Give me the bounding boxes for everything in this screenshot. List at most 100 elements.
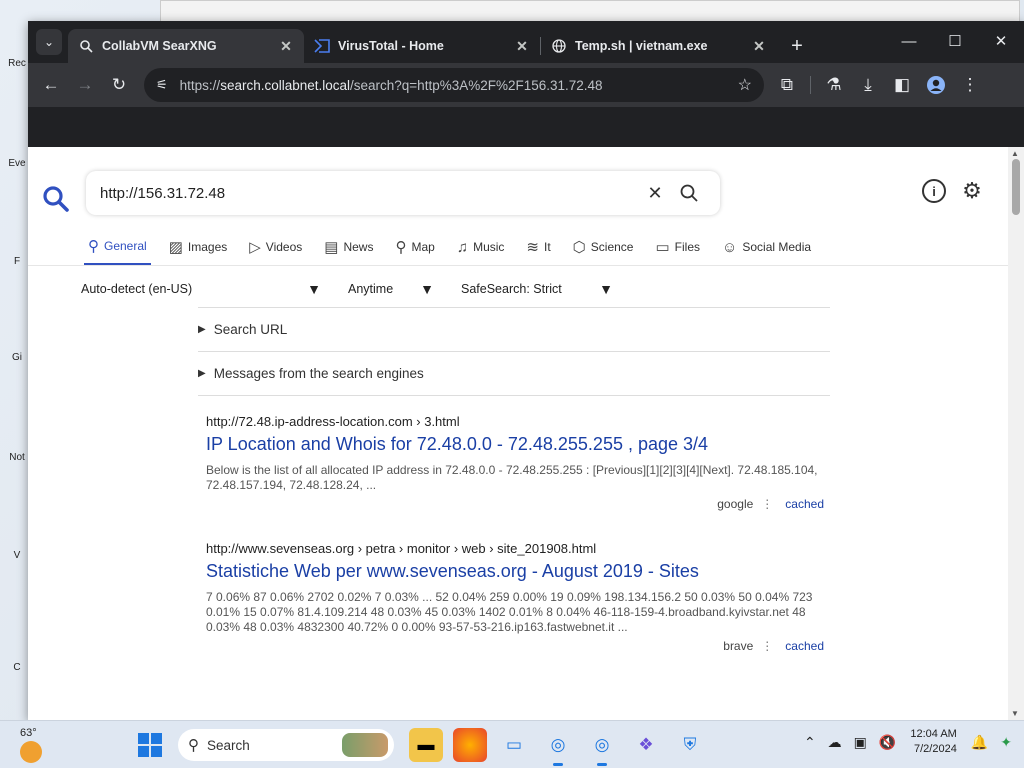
- close-tab-icon[interactable]: ✕: [751, 38, 767, 55]
- desktop-icon-label[interactable]: V: [4, 550, 30, 561]
- clock[interactable]: 12:04 AM 7/2/2024: [910, 727, 956, 757]
- dots-icon: ⋮: [761, 639, 774, 653]
- site-info-icon[interactable]: ⚟: [156, 77, 168, 93]
- chevron-up-icon[interactable]: ⌃: [804, 734, 816, 751]
- result-item: http://www.sevenseas.org › petra › monit…: [198, 541, 830, 653]
- result-title-link[interactable]: Statistiche Web per www.sevenseas.org - …: [206, 561, 830, 582]
- url-scheme: https://: [179, 77, 221, 93]
- cached-link[interactable]: cached: [785, 497, 824, 511]
- search-box: ✕: [86, 171, 720, 215]
- chrome-profile-icon[interactable]: ◎: [585, 728, 619, 766]
- desktop-icon-label[interactable]: F: [4, 256, 30, 267]
- result-snippet: Below is the list of all allocated IP ad…: [206, 463, 818, 492]
- tab-science[interactable]: ⬡ Science: [569, 231, 638, 265]
- search-submit-icon[interactable]: [672, 176, 706, 210]
- network-icon[interactable]: ▣: [854, 734, 867, 751]
- tab-searxng[interactable]: CollabVM SearXNG ✕: [68, 29, 304, 63]
- desktop-icon-label[interactable]: Not: [4, 452, 30, 463]
- new-tab-button[interactable]: +: [783, 29, 811, 63]
- minimize-icon[interactable]: —: [886, 21, 932, 61]
- close-window-icon[interactable]: ✕: [978, 21, 1024, 61]
- tab-general[interactable]: ⚲ General: [84, 231, 151, 265]
- tab-map[interactable]: ⚲ Map: [391, 231, 438, 265]
- tab-videos[interactable]: ▷ Videos: [245, 231, 306, 265]
- search-input[interactable]: [100, 184, 638, 202]
- globe-icon: [551, 38, 567, 54]
- copilot-icon[interactable]: ✦: [1000, 734, 1012, 751]
- notification-bell-icon[interactable]: 🔔: [971, 734, 988, 751]
- tab-virustotal[interactable]: VirusTotal - Home ✕: [304, 29, 540, 63]
- page-content: ✕ i ⚙ ⚲ General ▨ Images ▷ Videos ▤ News ⚲ Ma…: [28, 147, 1024, 720]
- tab-music[interactable]: ♫ Music: [453, 231, 509, 265]
- tab-tempsh[interactable]: Temp.sh | vietnam.exe ✕: [541, 29, 777, 63]
- defender-shield-icon[interactable]: ⛨: [673, 728, 707, 762]
- info-icon[interactable]: i: [922, 179, 946, 203]
- firefox-icon[interactable]: [453, 728, 487, 762]
- category-label: General: [104, 239, 147, 253]
- tab-social-media[interactable]: ☺ Social Media: [718, 231, 815, 265]
- taskbar-search[interactable]: ⚲ Search: [178, 729, 394, 761]
- cached-link[interactable]: cached: [785, 639, 824, 653]
- scrollbar-thumb[interactable]: [1012, 159, 1020, 215]
- search-filters: Auto-detect (en-US) ▼ Anytime ▼ SafeSearch…: [81, 277, 613, 301]
- result-url[interactable]: http://www.sevenseas.org › petra › monit…: [206, 541, 830, 556]
- chrome-dev-icon[interactable]: ◎: [541, 728, 575, 766]
- category-label: Images: [187, 240, 228, 254]
- clear-icon[interactable]: ✕: [638, 176, 672, 210]
- onedrive-icon[interactable]: ☁: [828, 734, 842, 751]
- tab-files[interactable]: ▭ Files: [651, 231, 704, 265]
- close-tab-icon[interactable]: ✕: [278, 38, 294, 55]
- plus-icon: +: [791, 34, 803, 57]
- scroll-down-arrow-icon[interactable]: ▼: [1011, 709, 1019, 718]
- time-range-select[interactable]: Anytime ▼: [348, 277, 434, 301]
- workspace-icon[interactable]: ❖: [629, 728, 663, 762]
- taskbar: 63° ⚲ Search ▬ ▭ ◎ ◎ ❖ ⛨ ⌃ ☁ ▣ 🔇 12:04 A…: [0, 720, 1024, 768]
- profile-avatar-icon[interactable]: [919, 68, 953, 102]
- search-url-toggle[interactable]: ▶ Search URL: [198, 307, 830, 352]
- extensions-icon[interactable]: ⧉: [770, 68, 804, 102]
- desktop-icon-label[interactable]: C: [4, 662, 30, 673]
- result-title-link[interactable]: IP Location and Whois for 72.48.0.0 - 72…: [206, 434, 830, 455]
- files-icon: ▭: [655, 239, 670, 256]
- page-scrollbar[interactable]: ▲ ▼: [1008, 147, 1024, 720]
- windows-start-icon[interactable]: [138, 733, 162, 757]
- weather-widget[interactable]: 63°: [20, 727, 42, 763]
- close-tab-icon[interactable]: ✕: [514, 38, 530, 55]
- menu-kebab-icon[interactable]: ⋮: [953, 68, 987, 102]
- searxng-logo-icon[interactable]: [42, 185, 70, 213]
- category-label: Social Media: [742, 240, 812, 254]
- remote-desktop-icon[interactable]: ▭: [497, 728, 531, 762]
- settings-gear-icon[interactable]: ⚙: [960, 178, 984, 203]
- search-icon: ⚲: [88, 238, 99, 255]
- category-label: Videos: [265, 240, 303, 254]
- result-url[interactable]: http://72.48.ip-address-location.com › 3…: [206, 414, 830, 429]
- tab-it[interactable]: ≋ It: [522, 231, 554, 265]
- engine-messages-toggle[interactable]: ▶ Messages from the search engines: [198, 352, 830, 396]
- download-icon[interactable]: ⤓: [851, 68, 885, 102]
- bookmark-star-icon[interactable]: ☆: [738, 75, 752, 95]
- volume-icon[interactable]: 🔇: [879, 734, 896, 751]
- labs-flask-icon[interactable]: ⚗: [817, 68, 851, 102]
- language-select[interactable]: Auto-detect (en-US) ▼: [81, 277, 321, 301]
- desktop-icon-label[interactable]: Eve: [4, 158, 30, 169]
- address-url[interactable]: https://search.collabnet.local/search?q=…: [180, 78, 738, 93]
- tab-search-button[interactable]: ⌄: [36, 29, 62, 55]
- maximize-icon[interactable]: ☐: [932, 21, 978, 61]
- system-tray: ⌃ ☁ ▣ 🔇 12:04 AM 7/2/2024 🔔 ✦: [798, 727, 1018, 757]
- tab-title: Temp.sh | vietnam.exe: [575, 39, 708, 53]
- back-icon[interactable]: ←: [34, 68, 68, 102]
- tab-news[interactable]: ▤ News: [320, 231, 377, 265]
- safesearch-select[interactable]: SafeSearch: Strict ▼: [461, 277, 613, 301]
- result-engine: google: [717, 497, 754, 511]
- side-panel-icon[interactable]: ◧: [885, 68, 919, 102]
- address-bar[interactable]: ⚟ https://search.collabnet.local/search?…: [144, 68, 764, 102]
- desktop-icon-label[interactable]: Rec: [4, 58, 30, 69]
- reload-icon[interactable]: ↻: [102, 68, 136, 102]
- file-explorer-icon[interactable]: ▬: [409, 728, 443, 762]
- scroll-up-arrow-icon[interactable]: ▲: [1011, 149, 1019, 158]
- result-meta: brave ⋮ cached: [206, 639, 830, 653]
- desktop-icon-label[interactable]: Gi: [4, 352, 30, 363]
- tab-images[interactable]: ▨ Images: [165, 231, 232, 265]
- result-meta: google ⋮ cached: [206, 497, 830, 511]
- forward-icon[interactable]: →: [68, 68, 102, 102]
